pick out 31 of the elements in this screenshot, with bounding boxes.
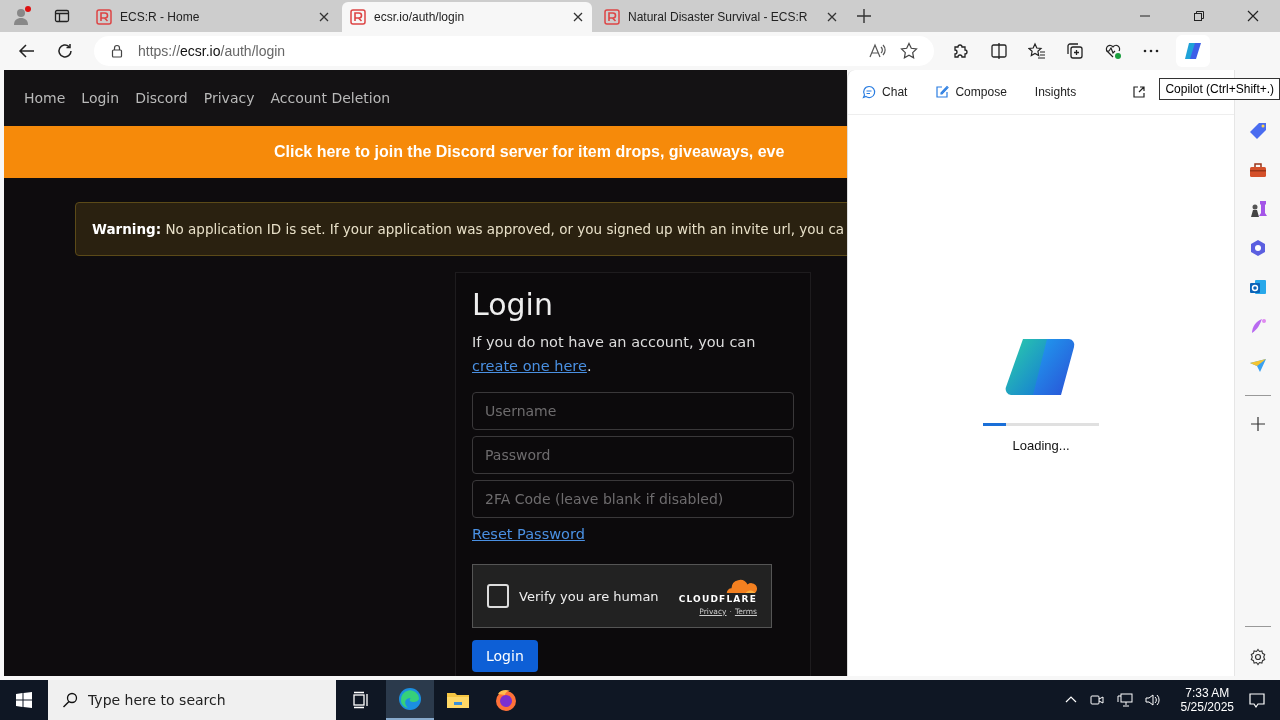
nav-link[interactable]: Home [24,90,66,106]
address-bar[interactable]: https://ecsr.io/auth/login [94,36,934,66]
login-button[interactable]: Login [472,640,538,672]
input-field[interactable]: 2FA Code (leave blank if disabled) [472,480,794,518]
url-text: https://ecsr.io/auth/login [138,43,286,59]
clock[interactable]: 7:33 AM 5/25/2025 [1180,686,1234,714]
tab-title: Natural Disaster Survival - ECS:R [628,10,809,24]
tab-title: ECS:R - Home [120,10,201,24]
copilot-tab[interactable]: Compose [935,85,1007,99]
warning-alert: Warning: No application ID is set. If your application was approved, or you signed up with an invite url, you ca [75,202,848,256]
nav-link[interactable]: Account Deletion [270,90,391,106]
intro-text: If you do not have an account, you can create one here. [472,333,757,376]
browser-tab[interactable]: ecsr.io/auth/login [342,2,592,32]
taskbar-search-field[interactable]: Type here to search [48,680,336,720]
login-heading: Login [472,287,554,322]
copilot-tab[interactable]: Insights [1034,85,1077,99]
create-account-link[interactable]: create one here [472,358,587,374]
cloudflare-wordmark: CLOUDFLARE [678,593,757,604]
input-field[interactable]: Password [472,436,794,474]
tab-title: ecsr.io/auth/login [374,10,466,24]
captcha-label: Verify you are human [519,588,659,604]
nav-link[interactable]: Discord [135,90,188,106]
copilot-tab[interactable]: Chat [862,85,908,99]
tooltip: Copilot (Ctrl+Shift+.) [1159,78,1280,100]
nav-link[interactable]: Privacy [203,90,255,106]
input-field[interactable]: Username [472,392,794,430]
nav-link[interactable]: Login [81,90,120,106]
reset-password-link[interactable]: Reset Password [472,526,585,542]
loading-text: Loading... [1012,438,1070,453]
browser-tab[interactable]: ECS:R - Home [88,2,338,32]
browser-tab[interactable]: Natural Disaster Survival - ECS:R [596,2,846,32]
